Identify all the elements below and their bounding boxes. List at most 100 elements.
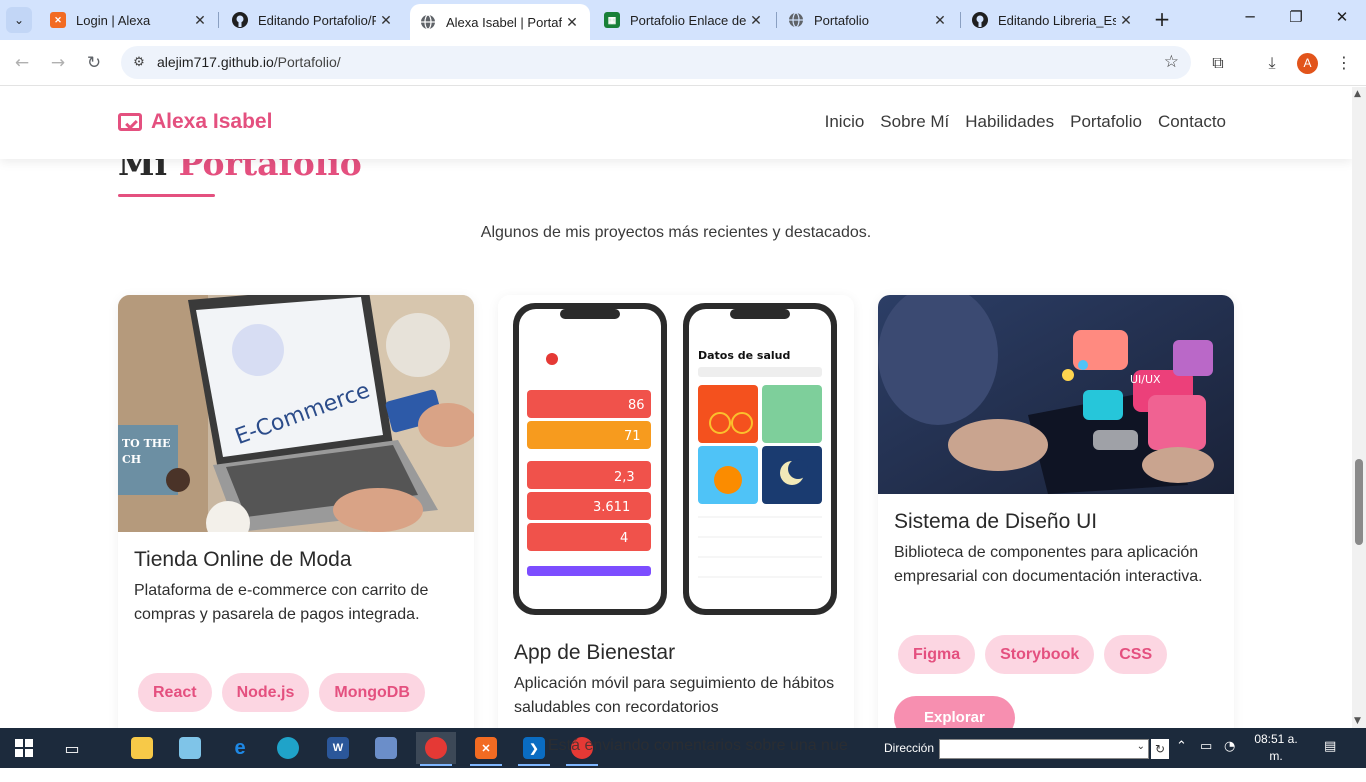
forward-button[interactable]: → [45, 50, 71, 76]
project-description: Biblioteca de componentes para aplicació… [894, 544, 1203, 585]
project-card-tienda[interactable]: TO THE CH E-Commerce Tienda Online de Mo… [118, 295, 474, 728]
task-view-button[interactable]: ▭ [52, 732, 92, 764]
browser-tab-strip: ⌄ ✕ Login | Alexa ✕ Editando Portafolio/… [0, 0, 1366, 40]
close-tab-icon[interactable]: ✕ [376, 12, 396, 29]
chrome-app[interactable] [416, 732, 456, 766]
tab-search-button[interactable]: ⌄ [6, 7, 32, 33]
profile-avatar[interactable]: A [1297, 53, 1318, 74]
tab-login-alexa[interactable]: ✕ Login | Alexa ✕ [40, 7, 218, 33]
edge-legacy-icon: e [234, 736, 246, 759]
scroll-down-icon[interactable]: ▼ [1354, 716, 1361, 726]
health-app-phones: 86 71 2,3 3.611 4 Datos de salud [498, 295, 854, 625]
svg-text:4: 4 [620, 531, 628, 546]
tag-mongodb[interactable]: MongoDB [319, 673, 425, 712]
menu-kebab-icon[interactable]: ⋮ [1332, 51, 1356, 75]
tab-portafolio[interactable]: Portafolio ✕ [778, 7, 958, 33]
xampp-icon: ✕ [475, 737, 497, 759]
tab-portafolio-enlace[interactable]: ▦ Portafolio Enlace de ✕ [594, 7, 774, 33]
start-button[interactable] [4, 732, 44, 764]
close-tab-icon[interactable]: ✕ [930, 12, 950, 29]
tag-css[interactable]: CSS [1104, 635, 1168, 674]
scroll-up-icon[interactable]: ▲ [1354, 89, 1361, 99]
globe-icon [420, 14, 436, 30]
edge-app[interactable] [268, 732, 308, 764]
svg-text:UI/UX: UI/UX [1130, 373, 1161, 386]
svg-text:Datos de salud: Datos de salud [698, 349, 790, 362]
chevron-up-icon[interactable]: ⌃ [1176, 739, 1187, 754]
minimize-button[interactable]: ─ [1230, 8, 1270, 32]
close-tab-icon[interactable]: ✕ [190, 12, 210, 29]
nav-link-habilidades[interactable]: Habilidades [965, 112, 1054, 132]
nav-link-inicio[interactable]: Inicio [825, 112, 865, 132]
address-toolbar-label: Dirección [884, 741, 935, 755]
page-viewport: Mi Portafolio Algunos de mis proyectos m… [0, 87, 1352, 728]
tab-title: Portafolio [814, 12, 869, 28]
tab-editando-portafolio[interactable]: Editando Portafolio/R ✕ [222, 7, 404, 33]
clock-time: 08:51 a. m. [1254, 732, 1298, 763]
vscode-icon: ❯ [523, 737, 545, 759]
nav-link-sobre-mi[interactable]: Sobre Mí [880, 112, 949, 132]
task-view-icon: ▭ [64, 738, 80, 758]
word-app[interactable]: W [318, 732, 358, 764]
explorar-button[interactable]: Explorar [894, 696, 1015, 728]
project-title: App de Bienestar [514, 641, 676, 664]
arrow-right-icon: → [50, 53, 66, 73]
bookmark-star-icon[interactable]: ☆ [1164, 52, 1179, 72]
download-icon[interactable]: ⤓ [1260, 51, 1284, 75]
tab-title: Login | Alexa [76, 12, 151, 28]
tab-editando-libreria[interactable]: Editando Libreria_Esp ✕ [962, 7, 1144, 33]
scroll-thumb[interactable] [1355, 459, 1363, 545]
project-card-diseno-ui[interactable]: UI/UX Sistema de Diseño UI Biblioteca de… [878, 295, 1234, 728]
tab-title: Editando Libreria_Esp [998, 12, 1116, 28]
close-tab-icon[interactable]: ✕ [562, 14, 582, 31]
site-logo[interactable]: Alexa Isabel [118, 110, 272, 134]
file-explorer-app[interactable] [122, 732, 162, 764]
tag-nodejs[interactable]: Node.js [221, 673, 310, 712]
svg-text:CH: CH [122, 453, 141, 466]
notifications-icon[interactable]: ▤ [1324, 739, 1336, 754]
nav-link-contacto[interactable]: Contacto [1158, 112, 1226, 132]
edge-legacy-app[interactable]: e [220, 732, 260, 764]
arrow-left-icon: ← [14, 53, 30, 73]
virtualbox-app[interactable] [366, 732, 406, 764]
notepad-app[interactable] [170, 732, 210, 764]
svg-text:86: 86 [628, 398, 645, 413]
reload-button[interactable]: ↻ [81, 50, 107, 76]
tab-alexa-isabel-portafolio[interactable]: Alexa Isabel | Portafol ✕ [410, 4, 590, 40]
project-description: Plataforma de e-commerce con carrito de … [134, 582, 429, 623]
project-tags: Figma Storybook CSS [898, 635, 1228, 696]
xampp-app[interactable]: ✕ [466, 732, 506, 766]
feedback-overlay-text: Está enviando comentarios sobre una nue [548, 737, 848, 754]
google-sheets-icon: ▦ [604, 12, 620, 28]
address-bar[interactable]: ⚙ alejim717.github.io/Portafolio/ ☆ [121, 46, 1191, 79]
taskbar-clock[interactable]: 08:51 a. m. 07/07/2025 [1246, 731, 1306, 782]
site-settings-icon[interactable]: ⚙ [129, 53, 149, 73]
battery-icon[interactable]: ▭ [1200, 739, 1212, 754]
tab-title: Alexa Isabel | Portafol [446, 14, 562, 30]
wifi-icon[interactable]: ◔ [1224, 739, 1235, 754]
back-button[interactable]: ← [9, 50, 35, 76]
reload-icon: ↻ [86, 53, 102, 73]
page-scrollbar[interactable]: ▲ ▼ [1352, 87, 1366, 728]
address-go-button[interactable]: ↻ [1151, 739, 1169, 759]
address-toolbar-input[interactable]: ⌄ [939, 739, 1149, 759]
github-icon [232, 12, 248, 28]
close-tab-icon[interactable]: ✕ [1116, 12, 1136, 29]
chevron-down-icon: ⌄ [13, 13, 25, 27]
windows-logo-icon [15, 739, 33, 757]
tag-react[interactable]: React [138, 673, 212, 712]
close-tab-icon[interactable]: ✕ [746, 12, 766, 29]
maximize-button[interactable]: ❐ [1276, 8, 1316, 32]
new-tab-button[interactable]: + [1150, 8, 1174, 32]
word-icon: W [327, 737, 349, 759]
close-window-button[interactable]: ✕ [1322, 8, 1362, 32]
edge-icon [277, 737, 299, 759]
nav-link-portafolio[interactable]: Portafolio [1070, 112, 1142, 132]
nav-links: Inicio Sobre Mí Habilidades Portafolio C… [809, 112, 1226, 132]
tag-storybook[interactable]: Storybook [985, 635, 1095, 674]
project-card-bienestar[interactable]: 86 71 2,3 3.611 4 Datos de salud App de … [498, 295, 854, 728]
project-title: Sistema de Diseño UI [894, 510, 1098, 533]
tag-figma[interactable]: Figma [898, 635, 976, 674]
svg-text:TO THE: TO THE [122, 437, 171, 450]
extensions-icon[interactable]: ⧉ [1206, 51, 1230, 75]
